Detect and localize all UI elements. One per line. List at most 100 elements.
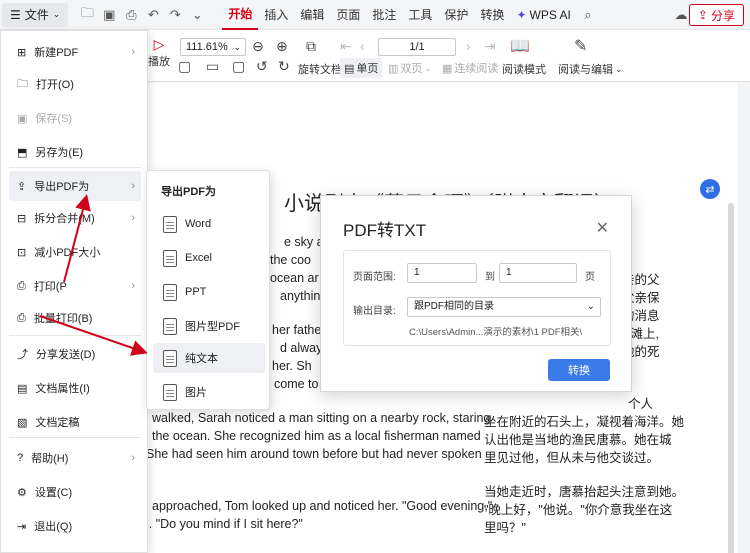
fit-width-icon[interactable]: ▭: [206, 58, 219, 75]
play-button[interactable]: ▷ 播放: [148, 36, 170, 69]
last-page-icon[interactable]: ⇥: [484, 38, 496, 55]
zoom-in-icon[interactable]: ⊕: [276, 38, 288, 55]
tab-home[interactable]: 开始: [222, 0, 259, 30]
chevron-right-icon: ›: [131, 212, 135, 224]
menu-exit[interactable]: ⇥ 退出(Q): [9, 511, 141, 541]
first-page-icon[interactable]: ⇤: [340, 38, 352, 55]
file-menu-label: 文件: [24, 8, 49, 22]
page-range-label: 页面范围:: [353, 272, 396, 283]
side-panel-icon[interactable]: ⇄: [700, 179, 720, 199]
tab-page[interactable]: 页面: [330, 0, 366, 30]
rotate-document-button[interactable]: 旋转文档: [298, 61, 342, 77]
menu-label: 另存为(E): [35, 147, 84, 159]
zoom-field[interactable]: 111.61% ⌄: [180, 38, 246, 56]
submenu-title: 导出PDF为: [161, 186, 216, 198]
en-line: come to: [274, 377, 319, 391]
share-icon: ⤴: [17, 349, 28, 361]
menu-settings[interactable]: ⚙ 设置(C): [9, 477, 141, 507]
zh-line: "晚上好，"他说。"你介意我坐在这: [484, 503, 673, 517]
search-icon[interactable]: ⌕: [577, 4, 599, 26]
convert-button[interactable]: 转换: [548, 359, 610, 381]
rotate-left-icon[interactable]: ↺: [256, 58, 268, 75]
compress-icon: ⊡: [17, 246, 27, 259]
single-page-button[interactable]: ▤ 单页: [340, 58, 383, 78]
from-page-input[interactable]: 1: [407, 263, 477, 283]
menu-new-pdf[interactable]: ⊞ 新建PDF ›: [9, 37, 141, 67]
chevron-down-icon: ⌄: [424, 62, 432, 73]
export-ppt[interactable]: PPT: [153, 277, 265, 307]
excel-icon: [163, 249, 177, 267]
continuous-reading-button[interactable]: ▦ 连续阅读: [442, 60, 498, 76]
pdf-to-txt-dialog: PDF转TXT ✕ 页面范围: 1 到 1 页 输出目录: 跟PDF相同的目录 …: [320, 195, 632, 392]
more-icon[interactable]: ⌄: [186, 4, 208, 26]
export-word[interactable]: Word: [153, 209, 265, 239]
en-line: d alway: [280, 341, 323, 355]
zoom-out-icon[interactable]: ⊖: [252, 38, 264, 55]
menu-save-as[interactable]: ⬒ 另存为(E): [9, 137, 141, 167]
menu-share-send[interactable]: ⤴ 分享发送(D) ›: [9, 339, 141, 369]
reading-mode-label: 阅读模式: [502, 64, 546, 76]
redo-icon[interactable]: ↷: [164, 4, 186, 26]
menu-divider: [9, 437, 141, 438]
export-excel[interactable]: Excel: [153, 243, 265, 273]
tab-insert[interactable]: 插入: [258, 0, 294, 30]
menu-split-merge[interactable]: ⊟ 拆分合并(M) ›: [9, 203, 141, 233]
menu-label: 退出(Q): [34, 521, 73, 533]
fit-page-icon[interactable]: ⧉: [306, 38, 316, 55]
menu-print[interactable]: ⎙ 打印(P ›: [9, 271, 141, 301]
output-dir-value: 跟PDF相同的目录: [414, 301, 494, 312]
tab-comment[interactable]: 批注: [366, 0, 402, 30]
next-page-icon[interactable]: ›: [466, 38, 471, 54]
reading-mode-icon[interactable]: 📖: [510, 36, 530, 56]
tab-convert[interactable]: 转换: [474, 0, 510, 30]
menu-help[interactable]: ? 帮助(H) ›: [9, 443, 141, 473]
to-page-input[interactable]: 1: [499, 263, 577, 283]
menu-save[interactable]: ▣ 保存(S): [9, 103, 141, 133]
undo-icon[interactable]: ↶: [142, 4, 164, 26]
tab-edit[interactable]: 编辑: [294, 0, 330, 30]
output-dir-label: 输出目录:: [353, 306, 396, 317]
menu-batch-print[interactable]: ⎙ 批量打印(B): [9, 303, 141, 333]
submenu-label: PPT: [185, 286, 207, 298]
read-edit-icon[interactable]: ✎: [574, 36, 587, 56]
menu-open[interactable]: 🗀 打开(O): [9, 69, 141, 99]
export-icon: ⇪: [17, 180, 27, 193]
reading-mode-button[interactable]: 阅读模式: [502, 61, 546, 77]
double-page-button[interactable]: ▥ 双页 ⌄: [388, 60, 432, 76]
menu-divider: [9, 335, 141, 336]
menu-doc-finalize[interactable]: ▧ 文档定稿: [9, 407, 141, 437]
split-icon: ⊟: [17, 212, 27, 225]
actual-size-icon[interactable]: ▢: [232, 58, 245, 75]
share-button[interactable]: ⇪ 分享: [688, 4, 744, 26]
share-label: 分享: [710, 8, 735, 23]
en-line: the ocean. She recognized him as a local…: [152, 429, 481, 443]
en-line: walked, Sarah noticed a man sitting on a…: [152, 411, 491, 425]
tab-protect[interactable]: 保护: [438, 0, 474, 30]
rotate-right-icon[interactable]: ↻: [278, 58, 290, 75]
crop-icon[interactable]: ▢: [178, 58, 191, 75]
export-image-pdf[interactable]: 图片型PDF: [153, 311, 265, 341]
wps-ai-button[interactable]: ✦ WPS AI: [510, 8, 576, 22]
folder-icon[interactable]: 🗀: [76, 4, 98, 26]
export-pdf-submenu: 导出PDF为 Word Excel PPT 图片型PDF 纯文本 图片: [146, 170, 270, 410]
print-icon[interactable]: ⎙: [120, 4, 142, 26]
vertical-scrollbar[interactable]: [728, 203, 734, 553]
page-number-field[interactable]: 1/1: [378, 38, 456, 56]
menu-label: 拆分合并(M): [34, 213, 95, 225]
export-image[interactable]: 图片: [153, 377, 265, 407]
menu-export-pdf[interactable]: ⇪ 导出PDF为 ›: [9, 171, 141, 201]
menu-reduce-size[interactable]: ⊡ 减小PDF大小: [9, 237, 141, 267]
menu-label: 导出PDF为: [34, 181, 90, 193]
save-icon[interactable]: ▣: [98, 4, 120, 26]
close-icon[interactable]: ✕: [596, 218, 609, 238]
output-dir-select[interactable]: 跟PDF相同的目录 ⌄: [407, 297, 601, 317]
export-plain-text[interactable]: 纯文本: [153, 343, 265, 373]
menu-doc-properties[interactable]: ▤ 文档属性(I): [9, 373, 141, 403]
tab-tools[interactable]: 工具: [402, 0, 438, 30]
menu-label: 新建PDF: [34, 47, 79, 59]
plus-icon: ⊞: [17, 46, 27, 59]
output-path: C:\Users\Admin...演示的素材\1 PDF相关\: [409, 327, 583, 338]
prev-page-icon[interactable]: ‹: [360, 38, 365, 54]
file-menu-button[interactable]: ☰ 文件 ⌄: [2, 2, 69, 27]
read-edit-button[interactable]: 阅读与编辑 ⌄: [558, 61, 623, 77]
